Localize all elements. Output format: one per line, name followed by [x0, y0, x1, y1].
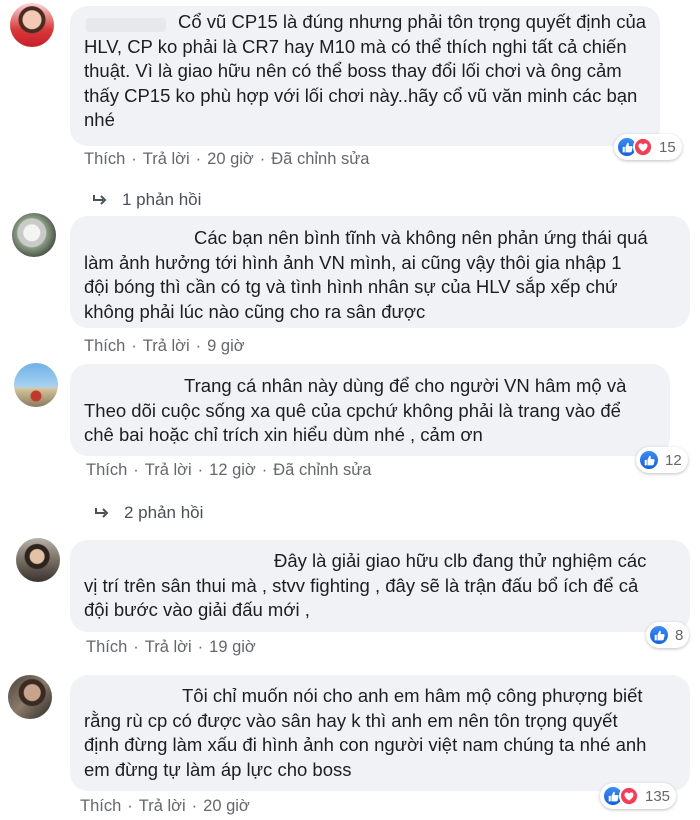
- comment-actions: Thích · Trả lời · 20 giờ · Đã chỉnh sửa: [84, 150, 369, 169]
- separator: ·: [131, 337, 137, 355]
- replies-count: 1 phản hồi: [122, 190, 202, 209]
- separator: ·: [195, 150, 202, 168]
- edited-label[interactable]: Đã chỉnh sửa: [273, 461, 371, 480]
- reaction-summary[interactable]: 8: [646, 622, 690, 648]
- reaction-summary[interactable]: 12: [636, 447, 688, 473]
- separator: ·: [133, 461, 139, 479]
- reaction-count: 135: [645, 787, 671, 805]
- timestamp[interactable]: 12 giờ: [209, 461, 256, 480]
- avatar[interactable]: [14, 363, 58, 407]
- view-replies-link[interactable]: 2 phản hồi: [94, 503, 203, 523]
- comment-text: Tôi chỉ muốn nói cho anh em hâm mộ công …: [84, 685, 647, 780]
- separator: ·: [195, 337, 202, 355]
- reply-arrow-icon: [95, 508, 109, 518]
- separator: ·: [131, 150, 137, 168]
- comment-text: Các bạn nên bình tĩnh và không nên phản …: [84, 227, 648, 322]
- reply-link[interactable]: Trả lời: [143, 337, 190, 356]
- reply-arrow-icon: [93, 195, 107, 205]
- reply-link[interactable]: Trả lời: [139, 797, 186, 816]
- timestamp[interactable]: 9 giờ: [207, 337, 244, 356]
- separator: ·: [191, 797, 198, 815]
- separator: ·: [197, 638, 204, 656]
- like-link[interactable]: Thích: [84, 337, 125, 356]
- love-reaction-icon: [633, 137, 653, 157]
- like-reaction-icon: [639, 450, 659, 470]
- comment-text: Trang cá nhân này dùng để cho người VN h…: [84, 375, 627, 445]
- avatar[interactable]: [12, 213, 56, 257]
- reply-link[interactable]: Trả lời: [145, 638, 192, 657]
- avatar[interactable]: [8, 675, 52, 719]
- separator: ·: [261, 461, 268, 479]
- avatar[interactable]: [10, 3, 54, 47]
- reaction-count: 8: [675, 626, 684, 644]
- like-link[interactable]: Thích: [86, 461, 127, 480]
- view-replies-link[interactable]: 1 phản hồi: [92, 190, 201, 210]
- replies-count: 2 phản hồi: [124, 503, 204, 522]
- separator: ·: [127, 797, 133, 815]
- reaction-summary[interactable]: 15: [614, 134, 682, 160]
- timestamp[interactable]: 20 giờ: [207, 150, 254, 169]
- edited-label[interactable]: Đã chỉnh sửa: [271, 150, 369, 169]
- comment-actions: Thích · Trả lời · 12 giờ · Đã chỉnh sửa: [86, 461, 371, 480]
- comment-actions: Thích · Trả lời · 19 giờ: [86, 638, 256, 657]
- reply-link[interactable]: Trả lời: [145, 461, 192, 480]
- reaction-count: 12: [665, 451, 682, 469]
- timestamp[interactable]: 20 giờ: [203, 797, 250, 816]
- reaction-summary[interactable]: 135: [600, 783, 677, 809]
- separator: ·: [197, 461, 204, 479]
- separator: ·: [133, 638, 139, 656]
- comment-actions: Thích · Trả lời · 20 giờ: [80, 797, 250, 816]
- like-link[interactable]: Thích: [80, 797, 121, 816]
- like-reaction-icon: [649, 625, 669, 645]
- like-link[interactable]: Thích: [86, 638, 127, 657]
- reply-link[interactable]: Trả lời: [143, 150, 190, 169]
- comment-actions: Thích · Trả lời · 9 giờ: [84, 337, 245, 356]
- avatar[interactable]: [16, 538, 60, 582]
- like-link[interactable]: Thích: [84, 150, 125, 169]
- reaction-count: 15: [659, 138, 676, 156]
- timestamp[interactable]: 19 giờ: [209, 638, 256, 657]
- comment-text: Cổ vũ CP15 là đúng nhưng phải tôn trọng …: [84, 11, 647, 130]
- comment-text: Đây là giải giao hữu clb đang thử nghiệm…: [84, 550, 647, 620]
- love-reaction-icon: [619, 786, 639, 806]
- separator: ·: [259, 150, 266, 168]
